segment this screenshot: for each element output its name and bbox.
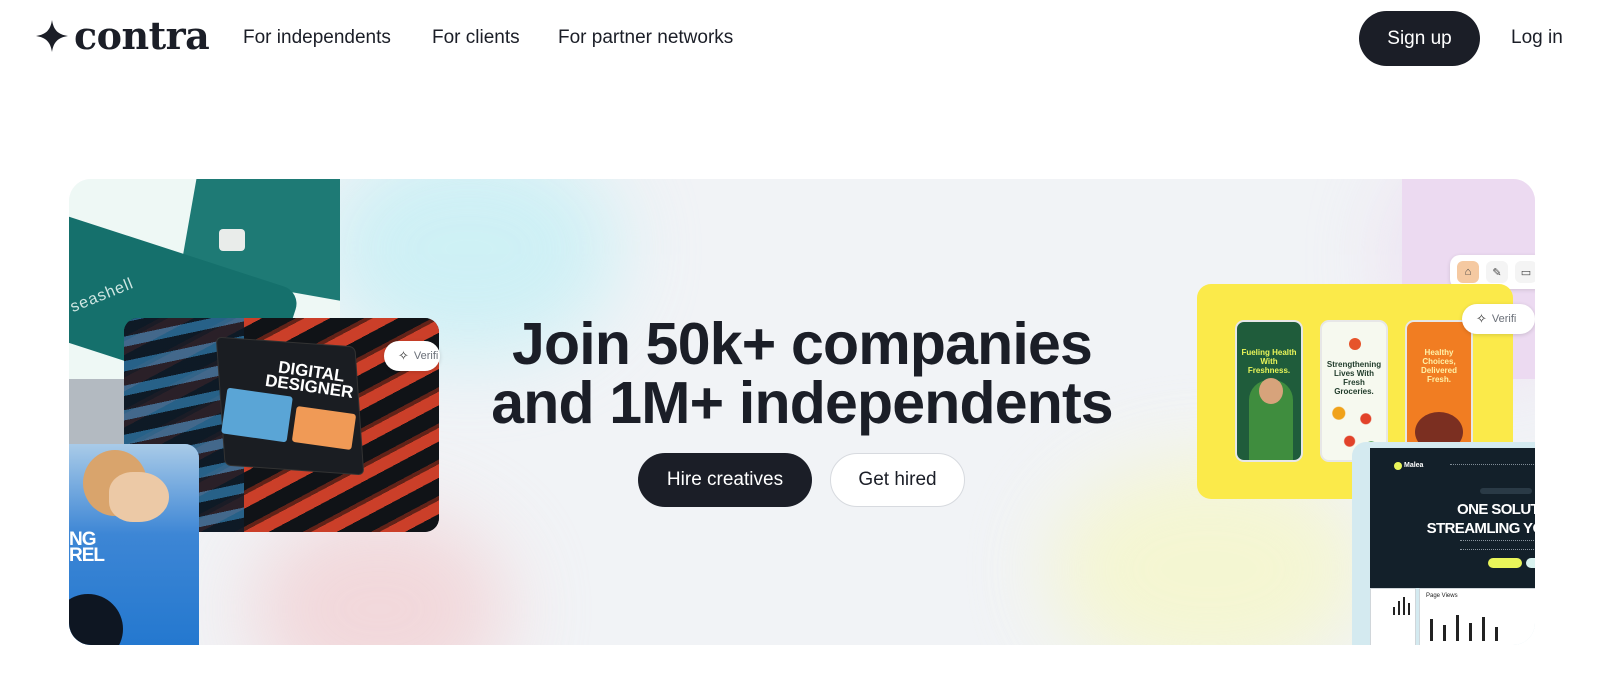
nav-link-for-partner-networks[interactable]: For partner networks	[558, 27, 733, 49]
phone-title: Strengthening Lives With Fresh Groceries…	[1326, 360, 1382, 396]
brand-dot-icon	[1394, 462, 1402, 470]
contra-star-icon	[36, 20, 68, 52]
dashboard-nav	[1450, 464, 1535, 467]
dashboard-hero: Malea ONE SOLUTION STREAMLING YOUR	[1370, 448, 1535, 588]
face-shape	[109, 472, 169, 522]
inbox-icon[interactable]: ▭	[1515, 261, 1535, 283]
contra-logo[interactable]: contra	[36, 13, 210, 58]
dashboard-primary-button	[1488, 558, 1522, 568]
leaf-icon	[1349, 338, 1361, 350]
page-views-bars	[1430, 611, 1520, 641]
mini-bar-chart	[1393, 597, 1410, 615]
brush-icon[interactable]: ✎	[1486, 261, 1508, 283]
nav-link-for-clients[interactable]: For clients	[432, 27, 520, 49]
log-in-link[interactable]: Log in	[1511, 27, 1563, 49]
verified-label: Verifi	[1491, 313, 1517, 325]
page-views-panel: Page Views	[1419, 588, 1535, 645]
nav-link-for-independents[interactable]: For independents	[243, 27, 391, 49]
dashboard-subtext	[1460, 540, 1535, 550]
dashboard-headline: ONE SOLUTION STREAMLING YOUR	[1414, 500, 1535, 538]
dashboard-headline-line: ONE SOLUTION	[1457, 501, 1535, 518]
photo-overlay-text: NG REL	[69, 530, 105, 566]
hire-creatives-button[interactable]: Hire creatives	[638, 453, 812, 507]
dashboard-project-card: Malea ONE SOLUTION STREAMLING YOUR Page …	[1352, 442, 1535, 645]
phone-mockup: Fueling Health With Freshness.	[1235, 320, 1303, 462]
dashboard-headline-line: STREAMLING YOUR	[1426, 520, 1535, 537]
phone-title: Healthy Choices, Delivered Fresh.	[1420, 348, 1458, 384]
top-navigation: contra For independents For clients For …	[0, 0, 1600, 76]
card-chip-icon	[219, 229, 245, 251]
dashboard-secondary-button	[1526, 558, 1535, 568]
dashboard-brand: Malea	[1404, 462, 1424, 469]
hero-banner: seashell DIGITAL DESIGNER ✧ Verifi NG RE…	[69, 179, 1535, 645]
mini-chart-panel	[1370, 588, 1416, 645]
portrait-photo-card: NG REL	[69, 444, 199, 645]
dashboard-pill	[1480, 488, 1532, 494]
overlay-text-line: REL	[69, 545, 105, 566]
phone-title: Fueling Health With Freshness.	[1241, 348, 1297, 375]
get-hired-button[interactable]: Get hired	[830, 453, 965, 507]
phone-mockup: Strengthening Lives With Fresh Groceries…	[1320, 320, 1388, 462]
sign-up-button[interactable]: Sign up	[1359, 11, 1480, 66]
logo-wordmark: contra	[74, 13, 210, 58]
verified-badge: ✧ Verifi	[1462, 304, 1535, 334]
head-shape	[1259, 378, 1283, 404]
home-icon[interactable]: ⌂	[1457, 261, 1479, 283]
sparkle-icon: ✧	[1476, 311, 1487, 326]
phone-mockup: Healthy Choices, Delivered Fresh.	[1405, 320, 1473, 462]
page-views-title: Page Views	[1426, 593, 1458, 599]
